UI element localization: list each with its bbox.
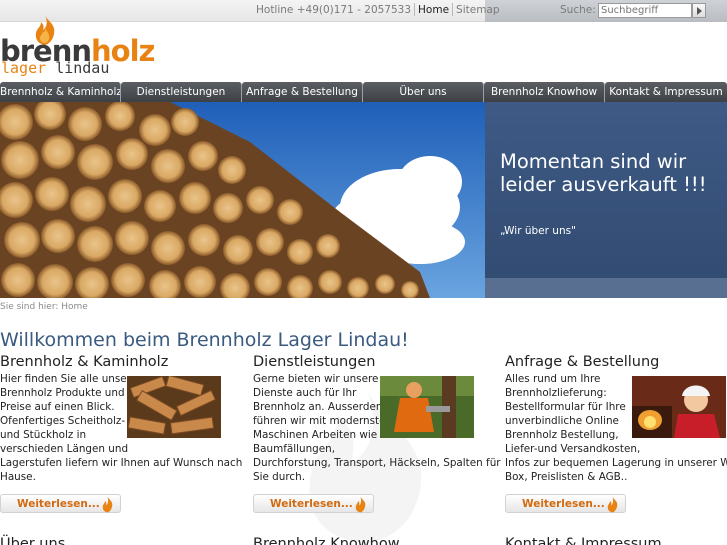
fireplace-girl-image	[632, 376, 726, 438]
nav-item-knowhow[interactable]: Brennholz Knowhow	[484, 82, 605, 102]
logo-lager: lager	[1, 59, 47, 77]
text-line: Sie durch.	[253, 471, 306, 483]
hero-heading: Momentan sind wir leider ausverkauft !!!	[500, 150, 707, 196]
nav-item-kontakt[interactable]: Kontakt & Impressum	[605, 82, 727, 102]
column-title: Brennholz & Kaminholz	[0, 354, 169, 370]
read-more-button[interactable]: Weiterlesen...	[253, 494, 374, 513]
firewood-image	[127, 376, 221, 438]
search-input[interactable]	[598, 3, 692, 18]
home-link[interactable]: Home	[418, 4, 449, 16]
logo-lindau: lindau	[55, 59, 110, 77]
nav-item-dienstleistungen[interactable]: Dienstleistungen	[121, 82, 242, 102]
read-more-label: Weiterlesen...	[270, 498, 353, 510]
hero-woodpile-image	[0, 102, 485, 298]
nav-item-anfrage[interactable]: Anfrage & Bestellung	[242, 82, 363, 102]
search-label: Suche:	[560, 4, 596, 16]
flame-icon	[102, 496, 113, 513]
site-logo[interactable]: brennholz lager lindau	[0, 14, 155, 78]
main-nav: Brennholz & Kaminholz Dienstleistungen A…	[0, 82, 727, 102]
text-line: Baumfällungen,	[253, 443, 336, 455]
logo-subline: lager lindau	[1, 59, 109, 77]
section-title-ueber-uns: Über uns	[0, 536, 66, 545]
text-line: Box, Preislisten & AGB..	[505, 471, 628, 483]
flame-icon	[355, 496, 366, 513]
hero-link[interactable]: „Wir über uns"	[500, 225, 576, 237]
nav-item-brennholz[interactable]: Brennholz & Kaminholz	[0, 82, 121, 102]
breadcrumb: Sie sind hier: Home	[0, 302, 88, 312]
read-more-button[interactable]: Weiterlesen...	[0, 494, 121, 513]
nav-item-ueber-uns[interactable]: Über uns	[363, 82, 484, 102]
read-more-label: Weiterlesen...	[522, 498, 605, 510]
column-brennholz: Brennholz & Kaminholz Hier finden Sie al…	[0, 354, 242, 513]
divider	[452, 3, 454, 16]
top-links: Hotline +49(0)171 - 2057533 Home Sitemap	[256, 3, 500, 16]
flame-icon	[607, 496, 618, 513]
column-title: Dienstleistungen	[253, 354, 376, 370]
chainsaw-worker-image	[380, 376, 474, 438]
text-line: Hause.	[0, 471, 36, 483]
column-title: Anfrage & Bestellung	[505, 354, 660, 370]
hero-banner: Momentan sind wir leider ausverkauft !!!…	[0, 102, 727, 298]
hotline-text: Hotline +49(0)171 - 2057533	[256, 3, 412, 16]
read-more-label: Weiterlesen...	[17, 498, 100, 510]
text-line: Lagerstufen liefern wir Ihnen auf Wunsch…	[0, 457, 243, 469]
divider	[414, 3, 416, 16]
hero-panel-footer	[485, 278, 727, 298]
text-line: Infos zur bequemen Lagerung in unserer W…	[505, 457, 727, 469]
column-anfrage: Anfrage & Bestellung Alles rund um Ihre …	[505, 354, 727, 513]
section-title-kontakt: Kontakt & Impressum	[505, 536, 662, 545]
text-line: verschieden Längen und	[0, 443, 129, 455]
section-title-knowhow: Brennholz Knowhow	[253, 536, 400, 545]
text-line: Durchforstung, Transport, Häckseln, Spal…	[253, 457, 501, 469]
text-line: Liefer-und Versandkosten,	[505, 443, 641, 455]
column-dienstleistungen: Dienstleistungen Gerne bieten wir unsere…	[253, 354, 501, 513]
read-more-button[interactable]: Weiterlesen...	[505, 494, 626, 513]
search-arrow-icon[interactable]	[692, 3, 706, 18]
sitemap-link[interactable]: Sitemap	[456, 4, 500, 16]
page-title: Willkommen beim Brennholz Lager Lindau!	[0, 329, 409, 351]
hero-info-panel: Momentan sind wir leider ausverkauft !!!…	[485, 102, 727, 298]
